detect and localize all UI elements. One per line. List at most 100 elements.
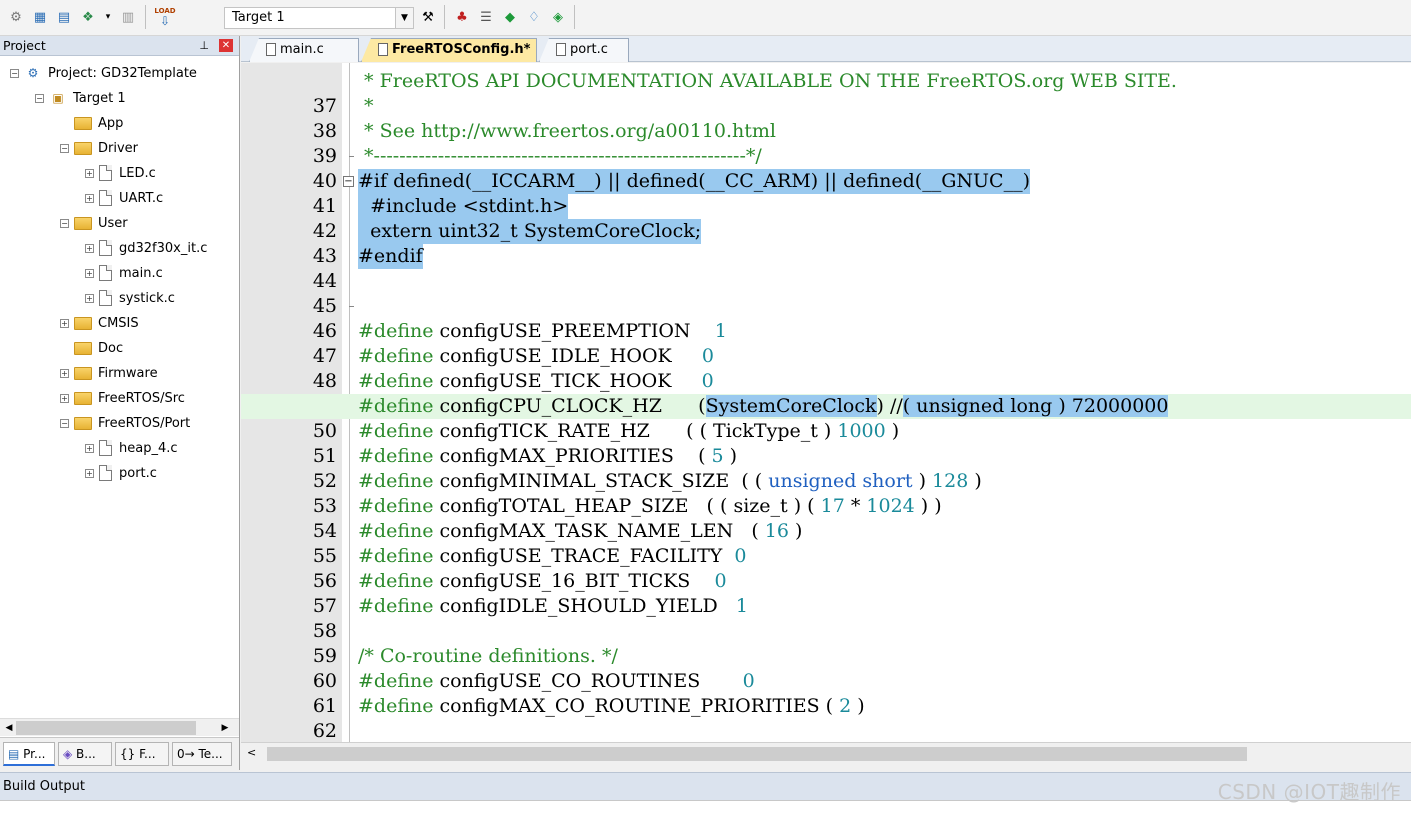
expand-icon[interactable]: + bbox=[60, 318, 69, 328]
tree-item[interactable]: App bbox=[60, 112, 123, 134]
pack-installer-icon[interactable]: ◆ bbox=[500, 7, 520, 27]
scroll-thumb[interactable] bbox=[267, 747, 1247, 761]
toolbar: ⚙ ▦ ▤ ❖ ▾ ▥ LOAD ⇩ Target 1 ▼ ⚒ ♣ ☰ ◆ ♢ … bbox=[0, 0, 1411, 36]
tree-item[interactable]: − User bbox=[60, 212, 128, 234]
scroll-thumb[interactable] bbox=[16, 721, 196, 735]
chevron-down-icon[interactable]: ▼ bbox=[395, 8, 413, 28]
expand-icon[interactable]: + bbox=[85, 293, 94, 303]
code-line-50[interactable]: 50 #define configCPU_CLOCK_HZ (SystemCor… bbox=[241, 394, 1411, 442]
code-line-55[interactable]: 55 #define configMAX_TASK_NAME_LEN ( 16 … bbox=[241, 519, 1411, 567]
tree-item-label: App bbox=[98, 115, 124, 131]
scroll-right-icon[interactable]: ▶ bbox=[218, 721, 232, 735]
code-line-47[interactable]: 47 #define configUSE_PREEMPTION 1 bbox=[241, 319, 1411, 367]
tree-item[interactable]: + Firmware bbox=[60, 362, 158, 384]
code-line-37[interactable]: 37 * FreeRTOS API DOCUMENTATION AVAILABL… bbox=[241, 69, 1411, 117]
code-line-56[interactable]: 56 #define configUSE_TRACE_FACILITY 0 bbox=[241, 544, 1411, 592]
expand-icon[interactable]: + bbox=[60, 393, 69, 403]
code-line-44[interactable]: 44 #endif bbox=[241, 244, 1411, 292]
tree-item[interactable]: − FreeRTOS/Port bbox=[60, 412, 190, 434]
fold-collapse-icon[interactable]: − bbox=[343, 176, 354, 187]
batch-build-dropdown-icon[interactable]: ▾ bbox=[98, 7, 118, 27]
collapse-icon[interactable]: − bbox=[35, 93, 44, 103]
code-line-48[interactable]: 48 #define configUSE_IDLE_HOOK 0 bbox=[241, 344, 1411, 392]
tree-item-label: main.c bbox=[119, 265, 163, 281]
code-line-45[interactable]: 45 bbox=[241, 269, 1411, 317]
tree-item[interactable]: − ⚙ Project: GD32Template bbox=[10, 62, 197, 84]
tree-item[interactable]: + FreeRTOS/Src bbox=[60, 387, 185, 409]
tab-templates[interactable]: 0→ Te... bbox=[172, 742, 232, 766]
run-time-environment-icon[interactable]: ◈ bbox=[548, 7, 568, 27]
manage-components-icon[interactable]: ♣ bbox=[452, 7, 472, 27]
build-icon[interactable]: ▦ bbox=[30, 7, 50, 27]
tree-item[interactable]: + main.c bbox=[85, 262, 163, 284]
pin-icon[interactable]: ⊥ bbox=[199, 36, 209, 55]
select-packs-icon[interactable]: ♢ bbox=[524, 7, 544, 27]
file-extensions-icon[interactable]: ☰ bbox=[476, 7, 496, 27]
collapse-icon[interactable]: − bbox=[10, 68, 19, 78]
tree-item[interactable]: + systick.c bbox=[85, 287, 175, 309]
editor-scrollbar[interactable]: < bbox=[241, 742, 1411, 764]
code-line-41[interactable]: 41 − #if defined(__ICCARM__) || defined(… bbox=[241, 169, 1411, 217]
code-line-52[interactable]: 52 #define configMAX_PRIORITIES ( 5 ) bbox=[241, 444, 1411, 492]
code-line-60[interactable]: 60 /* Co-routine definitions. */ bbox=[241, 644, 1411, 692]
tab-port-c[interactable]: port.c bbox=[539, 38, 629, 62]
folder-icon bbox=[74, 216, 92, 230]
expand-icon[interactable]: + bbox=[85, 243, 94, 253]
code-line-49[interactable]: 49 #define configUSE_TICK_HOOK 0 bbox=[241, 369, 1411, 417]
download-icon[interactable]: LOAD ⇩ bbox=[150, 7, 180, 27]
scroll-left-icon[interactable]: ◀ bbox=[2, 721, 16, 735]
scroll-left-icon[interactable]: < bbox=[247, 746, 256, 759]
code-line-57[interactable]: 57 #define configUSE_16_BIT_TICKS 0 bbox=[241, 569, 1411, 617]
code-line-58[interactable]: 58 #define configIDLE_SHOULD_YIELD 1 bbox=[241, 594, 1411, 642]
close-icon[interactable]: ✕ bbox=[219, 39, 233, 52]
code-line-59[interactable]: 59 bbox=[241, 619, 1411, 667]
tree-item-label: FreeRTOS/Src bbox=[98, 390, 185, 406]
code-line-53[interactable]: 53 #define configMINIMAL_STACK_SIZE ( ( … bbox=[241, 469, 1411, 517]
code-line-39[interactable]: 39 * See http://www.freertos.org/a00110.… bbox=[241, 119, 1411, 167]
tree-scrollbar[interactable]: ◀ ▶ bbox=[0, 718, 239, 736]
code-line-43[interactable]: 43 extern uint32_t SystemCoreClock; bbox=[241, 219, 1411, 267]
code-line-46[interactable]: 46 bbox=[241, 294, 1411, 342]
tree-line-icon bbox=[60, 344, 69, 353]
folder-icon bbox=[74, 141, 92, 155]
code-line-40[interactable]: 40 *------------------------------------… bbox=[241, 144, 1411, 192]
tree-item[interactable]: + CMSIS bbox=[60, 312, 139, 334]
code-editor[interactable]: 37 * FreeRTOS API DOCUMENTATION AVAILABL… bbox=[241, 63, 1411, 742]
tree-item[interactable]: + heap_4.c bbox=[85, 437, 178, 459]
tree-item[interactable]: − ▣ Target 1 bbox=[35, 87, 126, 109]
expand-icon[interactable]: + bbox=[85, 268, 94, 278]
settings-icon[interactable]: ⚙ bbox=[6, 7, 26, 27]
stop-build-icon[interactable]: ▥ bbox=[118, 7, 138, 27]
tree-item[interactable]: + port.c bbox=[85, 462, 157, 484]
tree-item[interactable]: + gd32f30x_it.c bbox=[85, 237, 207, 259]
books-icon: ◈ bbox=[63, 747, 77, 761]
collapse-icon[interactable]: − bbox=[60, 218, 69, 228]
expand-icon[interactable]: + bbox=[85, 168, 94, 178]
tab-project[interactable]: ▤ Pr... bbox=[3, 742, 55, 766]
tree-item[interactable]: Doc bbox=[60, 337, 123, 359]
code-line-51[interactable]: 51 #define configTICK_RATE_HZ ( ( TickTy… bbox=[241, 419, 1411, 467]
tab-main-c[interactable]: main.c bbox=[249, 38, 359, 62]
expand-icon[interactable]: + bbox=[85, 468, 94, 478]
code-line-62[interactable]: 62 #define configMAX_CO_ROUTINE_PRIORITI… bbox=[241, 694, 1411, 742]
tab-freertosconfig-h[interactable]: FreeRTOSConfig.h* bbox=[361, 38, 537, 62]
code-line-42[interactable]: 42 #include <stdint.h> bbox=[241, 194, 1411, 242]
code-line-63[interactable]: 63 bbox=[241, 719, 1411, 742]
batch-build-icon[interactable]: ❖ bbox=[78, 7, 98, 27]
expand-icon[interactable]: + bbox=[60, 368, 69, 378]
expand-icon[interactable]: + bbox=[85, 193, 94, 203]
code-line-61[interactable]: 61 #define configUSE_CO_ROUTINES 0 bbox=[241, 669, 1411, 717]
tab-functions[interactable]: {} F... bbox=[115, 742, 169, 766]
collapse-icon[interactable]: − bbox=[60, 418, 69, 428]
tree-item[interactable]: + UART.c bbox=[85, 187, 163, 209]
tab-books[interactable]: ◈ B... bbox=[58, 742, 112, 766]
tree-item[interactable]: − Driver bbox=[60, 137, 138, 159]
code-line-38[interactable]: 38 * bbox=[241, 94, 1411, 142]
rebuild-icon[interactable]: ▤ bbox=[54, 7, 74, 27]
code-line-54[interactable]: 54 #define configTOTAL_HEAP_SIZE ( ( siz… bbox=[241, 494, 1411, 542]
collapse-icon[interactable]: − bbox=[60, 143, 69, 153]
tree-item[interactable]: + LED.c bbox=[85, 162, 156, 184]
target-select[interactable]: Target 1 ▼ bbox=[224, 7, 414, 29]
target-options-icon[interactable]: ⚒ bbox=[418, 7, 438, 27]
expand-icon[interactable]: + bbox=[85, 443, 94, 453]
